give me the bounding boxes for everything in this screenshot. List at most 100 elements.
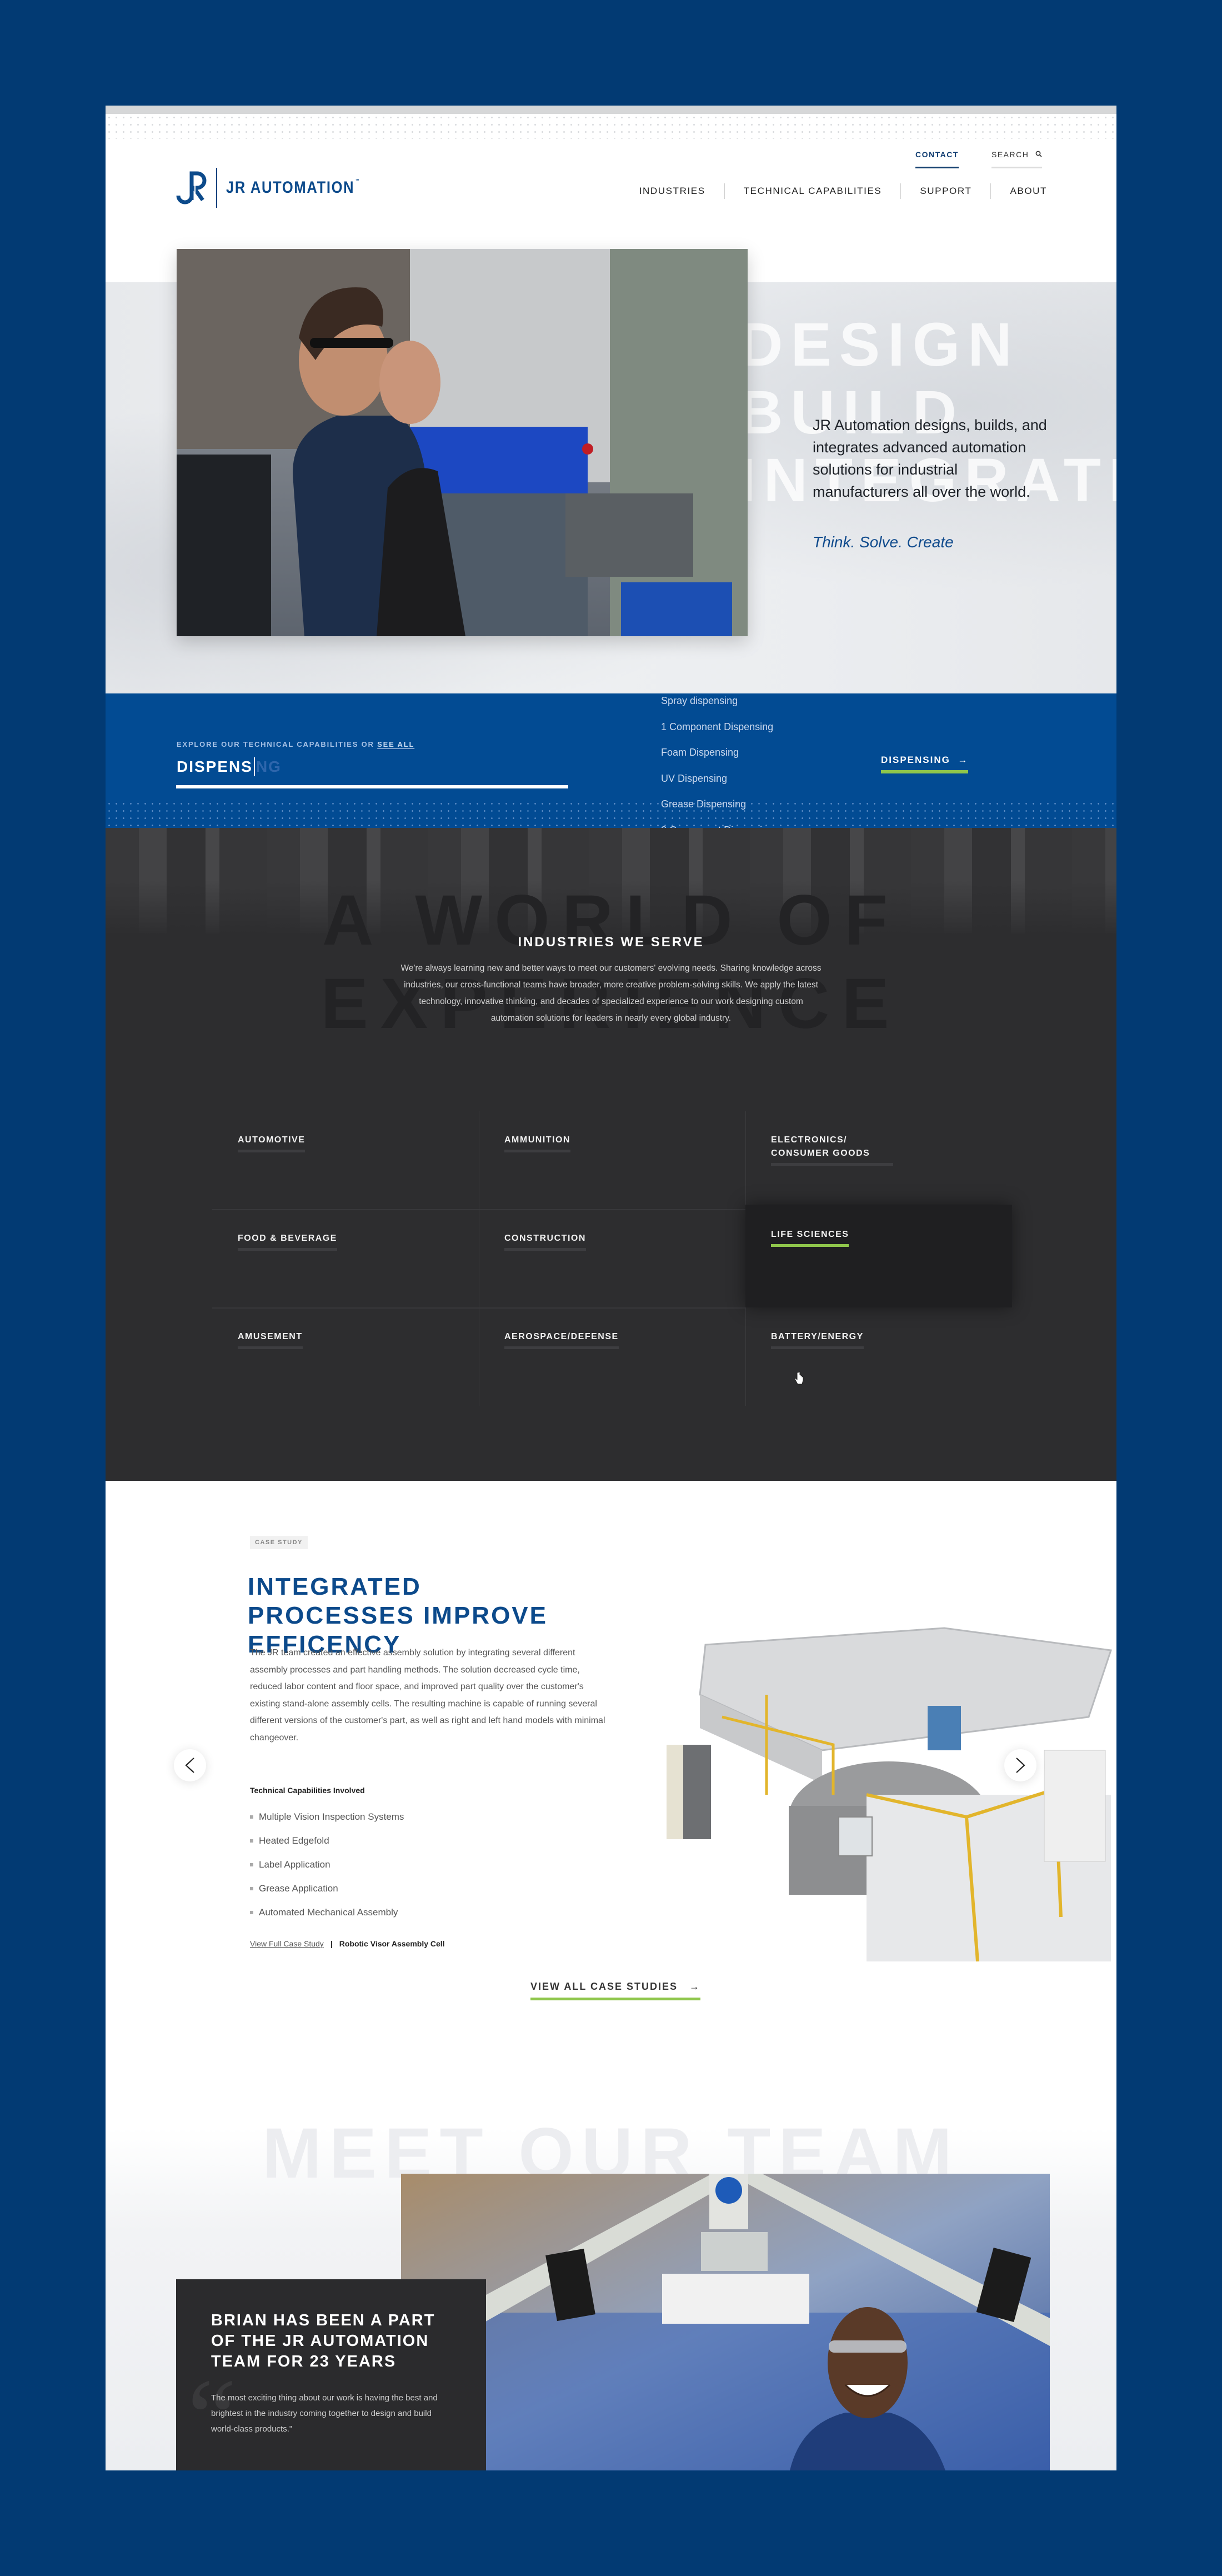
industry-amusement[interactable]: AMUSEMENT (212, 1308, 479, 1406)
industry-label: AEROSPACE/DEFENSE (504, 1332, 619, 1341)
logo[interactable]: JR AUTOMATION ™ (175, 166, 384, 210)
list-item: Automated Mechanical Assembly (250, 1900, 404, 1924)
industry-label: CONSTRUCTION (504, 1234, 586, 1243)
dropdown-option[interactable]: Foam Dispensing (661, 740, 839, 766)
bullet-icon (250, 1815, 253, 1819)
case-study-links: View Full Case Study | Robotic Visor Ass… (250, 1939, 445, 1948)
capabilities-heading: Technical Capabilities Involved (250, 1786, 365, 1795)
assembly-cell-image (655, 1584, 1116, 1962)
industry-underline (771, 1346, 864, 1349)
top-bar (106, 106, 1116, 114)
industry-label: LIFE SCIENCES (771, 1230, 849, 1239)
chevron-right-icon (1016, 1758, 1025, 1773)
arrow-right-icon: → (954, 755, 969, 765)
jr-logo-mark-icon (176, 171, 207, 204)
industry-battery-energy[interactable]: BATTERY/ENERGY (745, 1308, 1012, 1406)
view-all-case-studies-button[interactable]: VIEW ALL CASE STUDIES → (530, 1981, 701, 2000)
page: JR AUTOMATION ™ CONTACT SEARCH INDUSTRIES… (106, 106, 1116, 2470)
list-item: Grease Application (250, 1876, 404, 1900)
capabilities-list: Multiple Vision Inspection Systems Heate… (250, 1805, 404, 1924)
industry-electronics-consumer-goods[interactable]: ELECTRONICS/ CONSUMER GOODS (745, 1111, 1012, 1210)
bullet-icon (250, 1863, 253, 1866)
capabilities-label: EXPLORE OUR TECHNICAL CAPABILITIES OR SE… (177, 740, 415, 748)
nav-about[interactable]: ABOUT (991, 186, 1047, 197)
hero-statement: JR Automation designs, builds, and integ… (813, 417, 1047, 500)
dropdown-option[interactable]: 1 Component Dispensing (661, 714, 839, 740)
industry-underline (504, 1346, 619, 1349)
industry-label: BATTERY/ENERGY (771, 1332, 864, 1341)
industry-construction[interactable]: CONSTRUCTION (479, 1210, 745, 1308)
typed-text: DISPENS (177, 758, 253, 775)
industries-title: INDUSTRIES WE SERVE (518, 935, 704, 950)
industry-ammunition[interactable]: AMMUNITION (479, 1111, 745, 1210)
main-nav: INDUSTRIES TECHNICAL CAPABILITIES SUPPOR… (620, 183, 1047, 199)
dropdown-option[interactable]: 2 Component Dispensing (661, 817, 839, 828)
industry-aerospace-defense[interactable]: AEROSPACE/DEFENSE (479, 1308, 745, 1406)
team-headline: BRIAN HAS BEEN A PART OF THE JR AUTOMATI… (211, 2312, 435, 2370)
capabilities-dropdown: Spray dispensing 1 Component Dispensing … (661, 693, 839, 828)
dropdown-option[interactable]: Grease Dispensing (661, 791, 839, 817)
contact-underline (915, 167, 959, 168)
nav-industries[interactable]: INDUSTRIES (620, 186, 724, 197)
bullet-icon (250, 1886, 253, 1890)
list-item: Heated Edgefold (250, 1829, 404, 1853)
industry-underline (771, 1163, 893, 1166)
carousel-next-button[interactable] (1004, 1749, 1036, 1781)
industries-description: We're always learning new and better way… (400, 963, 822, 1023)
carousel-prev-button[interactable] (174, 1749, 206, 1781)
industries-grid: AUTOMOTIVE AMMUNITION ELECTRONICS/ CONSU… (212, 1111, 1012, 1406)
search-underline (991, 167, 1042, 168)
logo-divider (216, 168, 217, 208)
nav-support[interactable]: SUPPORT (901, 186, 990, 197)
machine-illustration (655, 1584, 1116, 1962)
capabilities-band: EXPLORE OUR TECHNICAL CAPABILITIES OR SE… (106, 693, 1116, 828)
chevron-left-icon (185, 1758, 194, 1773)
search-button[interactable]: SEARCH (991, 150, 1042, 168)
dropdown-option[interactable]: UV Dispensing (661, 766, 839, 792)
text-caret (253, 757, 255, 776)
dot-pattern (106, 800, 1116, 828)
case-study-tag: CASE STUDY (250, 1536, 308, 1549)
view-full-case-study-link[interactable]: View Full Case Study (250, 1939, 324, 1948)
list-item: Label Application (250, 1853, 404, 1876)
team-member-photo (401, 2174, 1050, 2470)
industry-automotive[interactable]: AUTOMOTIVE (212, 1111, 479, 1210)
link-separator: | (330, 1939, 333, 1948)
dot-pattern (106, 114, 1116, 139)
industry-underline (238, 1346, 303, 1349)
case-study-description: The JR team created an effective assembl… (250, 1648, 605, 1743)
team-quote-card: “ BRIAN HAS BEEN A PART OF THE JR AUTOMA… (176, 2279, 486, 2470)
industry-label: AMMUNITION (504, 1135, 570, 1145)
industry-label: AMUSEMENT (238, 1332, 303, 1341)
industry-underline (504, 1150, 570, 1152)
hero-photo (177, 249, 748, 636)
contact-link[interactable]: CONTACT (915, 150, 959, 168)
dispensing-cta-button[interactable]: DISPENSING → (881, 755, 969, 773)
logo-text: JR AUTOMATION ™ (226, 178, 360, 197)
cta-underline (881, 770, 969, 773)
industry-underline (504, 1248, 586, 1251)
search-icon (1035, 151, 1042, 157)
industry-label: AUTOMOTIVE (238, 1135, 306, 1145)
industry-label: ELECTRONICS/ CONSUMER GOODS (771, 1135, 870, 1158)
industry-underline (238, 1248, 337, 1251)
industries-section: A WORLD OF EXPERIENCE INDUSTRIES WE SERV… (106, 828, 1116, 1481)
see-all-link[interactable]: SEE ALL (377, 740, 414, 748)
list-item: Multiple Vision Inspection Systems (250, 1805, 404, 1829)
industry-food-beverage[interactable]: FOOD & BEVERAGE (212, 1210, 479, 1308)
team-quote: The most exciting thing about our work i… (211, 2393, 438, 2434)
project-name: Robotic Visor Assembly Cell (339, 1939, 445, 1948)
input-underline (176, 785, 568, 788)
nav-technical-capabilities[interactable]: TECHNICAL CAPABILITIES (725, 186, 901, 197)
autocomplete-suggestion: NG (256, 758, 282, 775)
hero-tagline: Think. Solve. Create (813, 533, 954, 551)
employee-photo-illustration (401, 2174, 1050, 2470)
industry-label: FOOD & BEVERAGE (238, 1234, 337, 1243)
bullet-icon (250, 1839, 253, 1843)
cta-underline (530, 1998, 701, 2000)
industry-underline-active (771, 1244, 849, 1247)
workers-photo-illustration (177, 249, 748, 636)
industry-life-sciences[interactable]: LIFE SCIENCES (745, 1205, 1012, 1307)
capabilities-search-input[interactable]: DISPENS NG (177, 757, 282, 776)
dropdown-option[interactable]: Spray dispensing (661, 693, 839, 714)
